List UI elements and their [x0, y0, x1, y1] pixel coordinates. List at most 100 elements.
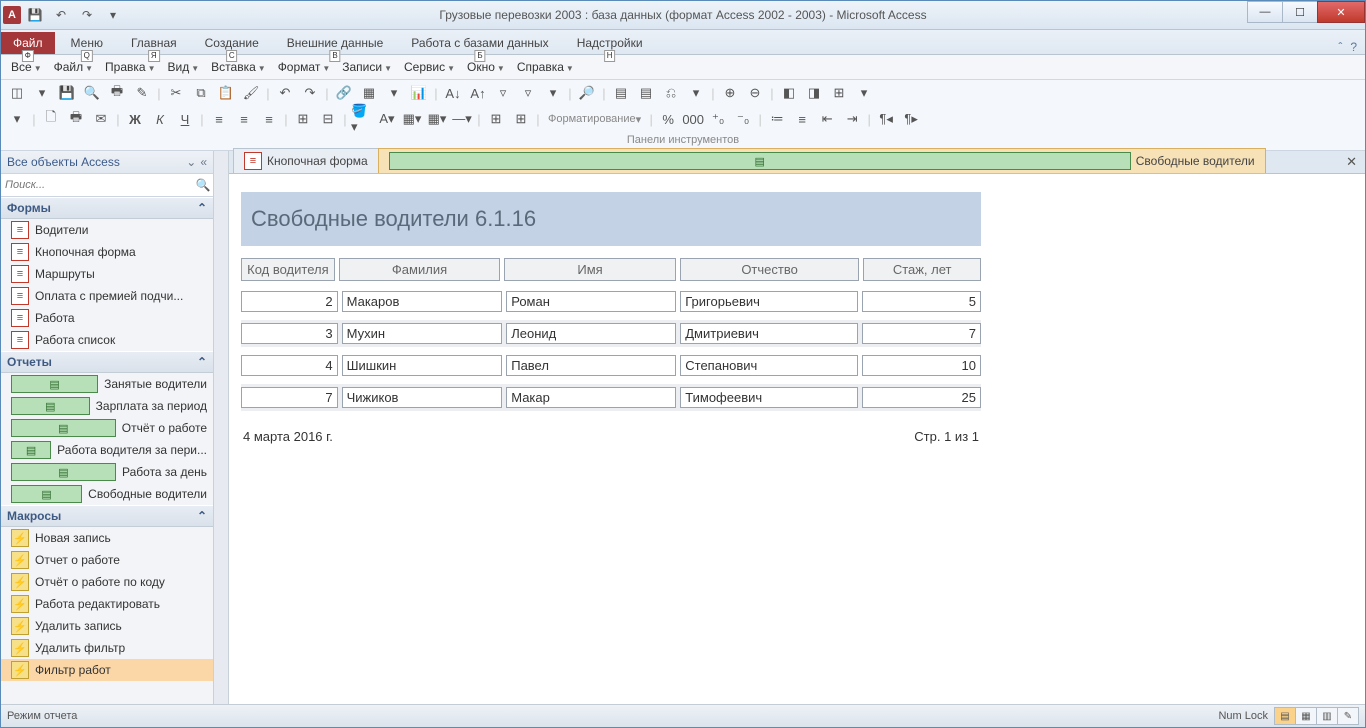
tb-list-icon[interactable]: ≡ [790, 107, 814, 131]
tb-icon[interactable]: ▤ [609, 81, 633, 105]
tb-percent-icon[interactable]: % [656, 107, 680, 131]
tb-print-icon[interactable]: 🖶 [105, 81, 129, 105]
tb-undo-icon[interactable]: ↶ [273, 81, 297, 105]
tb-icon[interactable]: ▾ [852, 81, 876, 105]
tb-icon[interactable]: ◫ [5, 81, 29, 105]
tb-icon[interactable]: ⊞ [291, 107, 315, 131]
tb-redo-icon[interactable]: ↷ [298, 81, 322, 105]
minimize-button[interactable]: — [1247, 1, 1283, 23]
tb-cut-icon[interactable]: ✂ [164, 81, 188, 105]
nav-item[interactable]: ≡Водители [1, 219, 213, 241]
collapse-icon[interactable]: « [200, 155, 207, 169]
nav-group-header[interactable]: Отчеты⌃ [1, 351, 213, 373]
tb-icon[interactable]: ⊖ [743, 81, 767, 105]
tb-icon[interactable]: ⊞ [484, 107, 508, 131]
tb-icon[interactable]: 000 [681, 107, 705, 131]
search-input[interactable] [1, 177, 193, 193]
tb-icon[interactable]: 🖶 [64, 107, 88, 131]
tb-list-icon[interactable]: ≔ [765, 107, 789, 131]
tb-icon[interactable]: 🔗 [332, 81, 356, 105]
ribbon-tab[interactable]: Работа с базами данныхБ [397, 32, 562, 54]
nav-item[interactable]: ≡Оплата с премией подчи... [1, 285, 213, 307]
tb-icon[interactable]: ▾ [382, 81, 406, 105]
tb-icon[interactable]: 🖌 [239, 81, 263, 105]
search-icon[interactable]: 🔍 [193, 178, 213, 192]
tb-icon[interactable]: —▾ [450, 107, 474, 131]
nav-item[interactable]: ▤Занятые водители [1, 373, 213, 395]
tb-filter-icon[interactable]: ▿ [491, 81, 515, 105]
ribbon-tab[interactable]: ГлавнаяЯ [117, 32, 191, 54]
maximize-button[interactable]: ☐ [1282, 1, 1318, 23]
tb-icon[interactable]: ▿ [516, 81, 540, 105]
view-print-icon[interactable]: ▦ [1296, 708, 1317, 724]
menu-item[interactable]: Окно▼ [461, 57, 511, 77]
help-icon[interactable]: ? [1350, 40, 1357, 54]
menu-item[interactable]: Вставка▼ [205, 57, 272, 77]
tb-icon[interactable]: ⊞ [827, 81, 851, 105]
nav-item[interactable]: ⚡Новая запись [1, 527, 213, 549]
tb-icon[interactable]: ▾ [5, 107, 29, 131]
menu-item[interactable]: Все▼ [5, 57, 48, 77]
menu-item[interactable]: Записи▼ [336, 57, 398, 77]
tb-icon[interactable]: ⊕ [718, 81, 742, 105]
tb-icon[interactable]: 🗋 [39, 107, 63, 131]
nav-item[interactable]: ≡Маршруты [1, 263, 213, 285]
tb-copy-icon[interactable]: ⧉ [189, 81, 213, 105]
tb-icon[interactable]: ✎ [130, 81, 154, 105]
nav-item[interactable]: ▤Работа водителя за пери... [1, 439, 213, 461]
nav-group-header[interactable]: Формы⌃ [1, 197, 213, 219]
nav-item[interactable]: ⚡Удалить запись [1, 615, 213, 637]
view-layout-icon[interactable]: ▥ [1317, 708, 1338, 724]
tb-align-center-icon[interactable]: ≡ [232, 107, 256, 131]
menu-item[interactable]: Вид▼ [162, 57, 206, 77]
tb-indent-icon[interactable]: ⇥ [840, 107, 864, 131]
menu-item[interactable]: Правка▼ [99, 57, 161, 77]
nav-item[interactable]: ⚡Отчёт о работе по коду [1, 571, 213, 593]
tb-icon[interactable]: ⎌ [659, 81, 683, 105]
ribbon-tab[interactable]: НадстройкиН [563, 32, 657, 54]
document-tab[interactable]: ▤Свободные водители [378, 148, 1266, 173]
tb-border-icon[interactable]: ▦▾ [400, 107, 424, 131]
menu-item[interactable]: Сервис▼ [398, 57, 461, 77]
chevron-down-icon[interactable]: ⌄ [186, 155, 196, 169]
access-logo-icon[interactable]: A [3, 6, 21, 24]
tb-icon[interactable]: ¶◂ [874, 107, 898, 131]
tb-icon[interactable]: ⊟ [316, 107, 340, 131]
tb-align-left-icon[interactable]: ≡ [207, 107, 231, 131]
tb-icon[interactable]: ▾ [541, 81, 565, 105]
qat-undo-icon[interactable]: ↶ [49, 4, 73, 26]
tb-fill-icon[interactable]: 🪣▾ [350, 107, 374, 131]
nav-item[interactable]: ≡Работа [1, 307, 213, 329]
qat-customize-icon[interactable]: ▾ [101, 4, 125, 26]
nav-scrollbar[interactable] [214, 151, 229, 704]
tb-save-icon[interactable]: 💾 [55, 81, 79, 105]
nav-item[interactable]: ▤Зарплата за период [1, 395, 213, 417]
ribbon-tab[interactable]: МенюQ [57, 32, 117, 54]
nav-header[interactable]: Все объекты Access ⌄ « [1, 151, 213, 174]
report-viewport[interactable]: Свободные водители 6.1.16 Код водителя Ф… [229, 174, 1365, 704]
file-tab[interactable]: Файл Ф [1, 32, 55, 54]
tb-icon[interactable]: ▤ [634, 81, 658, 105]
nav-item[interactable]: ▤Работа за день [1, 461, 213, 483]
tb-icon[interactable]: ⁺₀ [706, 107, 730, 131]
nav-item[interactable]: ⚡Фильтр работ [1, 659, 213, 681]
view-report-icon[interactable]: ▤ [1275, 708, 1296, 724]
tb-icon[interactable]: ¶▸ [899, 107, 923, 131]
nav-item[interactable]: ≡Кнопочная форма [1, 241, 213, 263]
tb-icon[interactable]: ▦ [357, 81, 381, 105]
tb-sort-desc-icon[interactable]: A↑ [466, 81, 490, 105]
tb-italic-icon[interactable]: К [148, 107, 172, 131]
menu-item[interactable]: Формат▼ [272, 57, 337, 77]
formatting-combo[interactable]: Форматирование ▾ [543, 107, 646, 131]
tb-icon[interactable]: ✉ [89, 107, 113, 131]
tb-indent-icon[interactable]: ⇤ [815, 107, 839, 131]
tb-icon[interactable]: ⊞ [509, 107, 533, 131]
tb-fontcolor-icon[interactable]: A▾ [375, 107, 399, 131]
tb-icon[interactable]: 🔍 [80, 81, 104, 105]
tb-icon[interactable]: ▾ [30, 81, 54, 105]
tb-sort-asc-icon[interactable]: A↓ [441, 81, 465, 105]
view-design-icon[interactable]: ✎ [1338, 708, 1358, 724]
nav-item[interactable]: ⚡Работа редактировать [1, 593, 213, 615]
close-button[interactable]: ✕ [1317, 1, 1365, 23]
tb-icon[interactable]: 📊 [407, 81, 431, 105]
